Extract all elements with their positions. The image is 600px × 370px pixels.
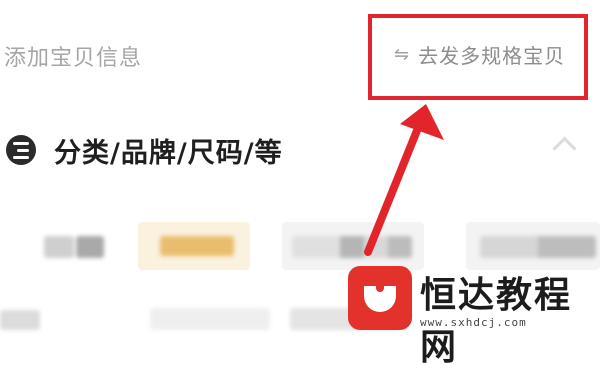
- blurred-option: [0, 310, 40, 330]
- list-lines-icon: [6, 135, 36, 165]
- blurred-option: [76, 236, 104, 258]
- blurred-option: [292, 236, 412, 258]
- brand-logo-icon: [348, 266, 412, 330]
- blurred-option: [160, 236, 234, 256]
- swap-arrows-icon: ⇋: [394, 44, 411, 65]
- section-header-category[interactable]: 分类/品牌/尺码/等: [6, 128, 600, 172]
- page-title: 添加宝贝信息: [4, 46, 143, 71]
- blurred-option: [44, 236, 74, 258]
- multi-spec-label: 去发多规格宝贝: [418, 44, 566, 68]
- blurred-option: [150, 308, 270, 330]
- watermark: 恒达教程网 www.sxhdcj.com: [348, 264, 600, 368]
- multi-spec-button[interactable]: ⇋ 去发多规格宝贝: [394, 40, 565, 69]
- section-title: 分类/品牌/尺码/等: [54, 137, 283, 169]
- blurred-option: [480, 236, 596, 258]
- watermark-url: www.sxhdcj.com: [420, 316, 527, 329]
